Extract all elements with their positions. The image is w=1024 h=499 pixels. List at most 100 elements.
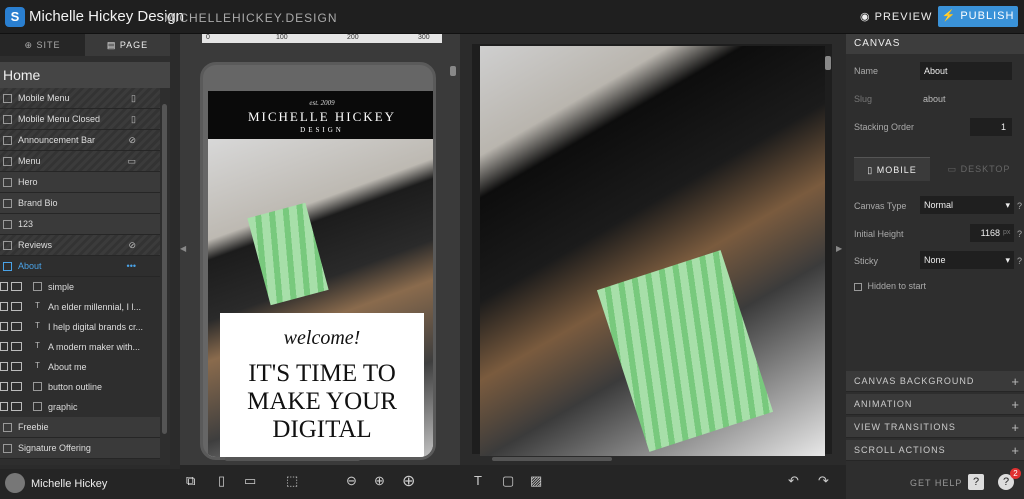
redo-icon[interactable]: ↷ bbox=[818, 473, 829, 489]
layers-scrollbar[interactable] bbox=[162, 104, 167, 434]
eye-off-icon[interactable]: ⊘ bbox=[128, 130, 136, 151]
vertical-scroll-handle[interactable] bbox=[825, 56, 831, 70]
headline-text: IT'S TIME TO MAKE YOUR DIGITAL bbox=[247, 360, 397, 443]
help-question-icon[interactable]: ? bbox=[968, 474, 984, 490]
layer-icon bbox=[3, 423, 12, 432]
desktop-icon: ▭ bbox=[127, 156, 136, 166]
layer-item[interactable]: Freebie bbox=[0, 417, 160, 438]
sticky-select[interactable]: None ▾ bbox=[920, 251, 1014, 269]
help-icon[interactable]: ? bbox=[1017, 256, 1022, 266]
canvas-section-header: CANVAS bbox=[846, 34, 1024, 54]
tab-page[interactable]: ▤ PAGE bbox=[85, 34, 170, 56]
section-scroll-actions[interactable]: SCROLL ACTIONS + bbox=[846, 440, 1024, 461]
layer-item[interactable]: Announcement Bar ⊘ bbox=[0, 130, 160, 151]
desktop-icon: ▭ bbox=[947, 164, 961, 174]
layer-item[interactable]: 123 bbox=[0, 214, 160, 235]
help-icon[interactable]: ? bbox=[1017, 229, 1022, 239]
box-icon bbox=[33, 402, 42, 411]
zoom-out-icon[interactable]: ⊖ bbox=[346, 473, 357, 489]
chevron-down-icon: ▾ bbox=[1005, 255, 1010, 265]
desktop-view bbox=[472, 44, 832, 461]
mobile-view-icon[interactable]: ▯ bbox=[218, 473, 225, 489]
get-help-link[interactable]: GET HELP bbox=[910, 478, 962, 488]
layer-item[interactable]: Signature Offering bbox=[0, 438, 160, 459]
vertical-scroll-handle[interactable] bbox=[450, 66, 456, 76]
collapse-left-icon[interactable]: ◀ bbox=[180, 244, 186, 253]
name-input[interactable]: About bbox=[920, 62, 1012, 80]
child-layer[interactable]: button outline bbox=[0, 377, 170, 397]
user-menu[interactable]: Michelle Hickey bbox=[0, 469, 180, 499]
mobile-icon bbox=[0, 342, 8, 351]
tab-desktop[interactable]: ▭ DESKTOP bbox=[934, 157, 1024, 181]
layer-item[interactable]: Brand Bio bbox=[0, 193, 160, 214]
device-tabs: ▯ MOBILE ▭ DESKTOP bbox=[854, 157, 1024, 181]
collapse-right-icon[interactable]: ▶ bbox=[836, 244, 842, 253]
layer-icon bbox=[3, 178, 12, 187]
section-animation[interactable]: ANIMATION + bbox=[846, 394, 1024, 415]
tab-mobile[interactable]: ▯ MOBILE bbox=[854, 157, 930, 181]
mobile-icon: ▯ bbox=[131, 93, 136, 103]
layer-item-selected[interactable]: About ••• bbox=[0, 256, 160, 277]
chevron-down-icon: ▾ bbox=[1005, 200, 1010, 210]
child-layer[interactable]: T About me bbox=[0, 357, 170, 377]
sticky-row: Sticky None ▾ ? bbox=[846, 251, 1024, 271]
layer-item[interactable]: Menu ▭ bbox=[0, 151, 160, 172]
grid-icon[interactable]: ⬚ bbox=[286, 473, 298, 489]
child-layer[interactable]: TI help digital brands cr... bbox=[0, 317, 170, 337]
canvas-type-select[interactable]: Normal ▾ bbox=[920, 196, 1014, 214]
add-text-icon[interactable]: T bbox=[474, 473, 482, 488]
zoom-in-large-icon[interactable]: ⊕ bbox=[402, 471, 415, 491]
desktop-icon bbox=[11, 322, 22, 331]
add-box-icon[interactable]: ▢ bbox=[502, 473, 514, 489]
preview-button[interactable]: ◉ PREVIEW bbox=[860, 10, 932, 23]
stacking-order-input[interactable]: 1 bbox=[970, 118, 1012, 136]
layer-item[interactable]: Hero bbox=[0, 172, 160, 193]
text-icon: T bbox=[35, 361, 40, 370]
child-layer[interactable]: T An elder millennial, I l... bbox=[0, 297, 170, 317]
child-layer[interactable]: simple bbox=[0, 277, 170, 297]
layer-icon bbox=[3, 241, 12, 250]
desktop-hero-photo[interactable] bbox=[480, 46, 825, 456]
top-bar: S Michelle Hickey Design MICHELLEHICKEY.… bbox=[0, 0, 1024, 34]
site-domain[interactable]: MICHELLEHICKEY.DESIGN bbox=[164, 11, 338, 25]
properties-panel: CANVAS Name About Slug about Stacking Or… bbox=[846, 34, 1024, 499]
section-view-transitions[interactable]: VIEW TRANSITIONS + bbox=[846, 417, 1024, 438]
mobile-icon: ▯ bbox=[867, 165, 877, 175]
stacking-row: Stacking Order 1 bbox=[846, 113, 1024, 141]
tab-site[interactable]: ⊕ SITE bbox=[0, 34, 85, 56]
phone-screen[interactable]: est. 2009 MICHELLE HICKEY DESIGN welcome… bbox=[208, 91, 433, 457]
publish-button[interactable]: ⚡ PUBLISH bbox=[938, 6, 1018, 27]
desktop-view-icon[interactable]: ▭ bbox=[244, 473, 256, 489]
help-icon[interactable]: ? bbox=[1017, 201, 1022, 211]
more-icon[interactable]: ••• bbox=[127, 256, 136, 277]
section-canvas-background[interactable]: CANVAS BACKGROUND + bbox=[846, 371, 1024, 392]
horizontal-scrollbar[interactable] bbox=[225, 457, 360, 461]
desktop-icon bbox=[11, 362, 22, 371]
text-icon: T bbox=[35, 321, 40, 330]
layer-item[interactable]: Mobile Menu ▯ bbox=[0, 88, 160, 109]
horizontal-scrollbar[interactable] bbox=[492, 457, 612, 461]
eye-off-icon[interactable]: ⊘ bbox=[128, 235, 136, 256]
layer-item[interactable]: Reviews ⊘ bbox=[0, 235, 160, 256]
canvas-stage: 0 100 200 300 est. 2009 MICHELLE HICKEY … bbox=[180, 34, 842, 465]
app-logo-icon[interactable]: S bbox=[5, 7, 25, 27]
welcome-text: welcome! bbox=[283, 327, 361, 349]
add-image-icon[interactable]: ▨ bbox=[530, 473, 542, 489]
plus-icon: + bbox=[1011, 420, 1020, 435]
plus-icon: + bbox=[1011, 443, 1020, 458]
undo-icon[interactable]: ↶ bbox=[788, 473, 799, 489]
text-icon: T bbox=[35, 341, 40, 350]
layer-icon bbox=[3, 136, 12, 145]
child-layer[interactable]: graphic bbox=[0, 397, 170, 417]
slug-value: about bbox=[923, 94, 946, 104]
page-title[interactable]: Home bbox=[0, 62, 170, 88]
responsive-view-icon[interactable]: ⧉ bbox=[186, 473, 195, 489]
layer-item[interactable]: Mobile Menu Closed ▯ bbox=[0, 109, 160, 130]
child-layer[interactable]: TA modern maker with... bbox=[0, 337, 170, 357]
brand-name: MICHELLE HICKEY bbox=[247, 109, 397, 124]
layer-icon bbox=[3, 220, 12, 229]
mobile-icon bbox=[0, 402, 8, 411]
desktop-icon bbox=[11, 282, 22, 291]
zoom-in-icon[interactable]: ⊕ bbox=[374, 473, 385, 489]
hidden-checkbox[interactable] bbox=[854, 282, 862, 291]
